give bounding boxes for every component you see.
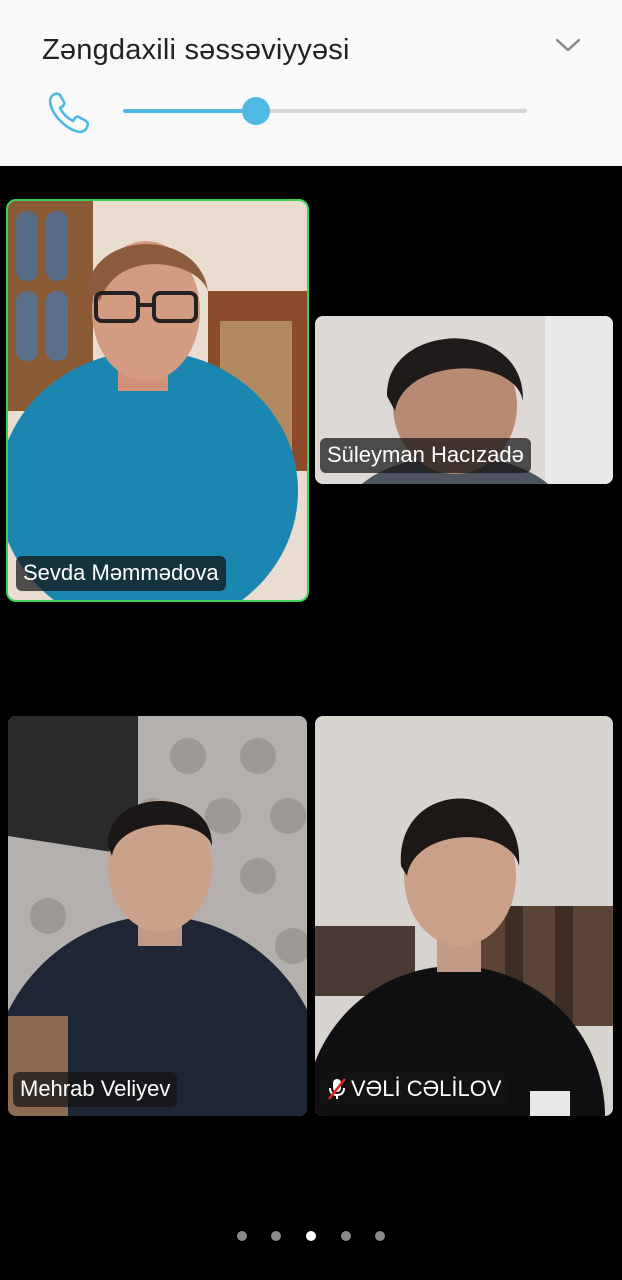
participant-name-tag: Sevda Məmmədova <box>16 556 226 591</box>
participant-name: VƏLİ CƏLİLOV <box>351 1076 502 1101</box>
participant-name-tag: Mehrab Veliyev <box>13 1072 178 1107</box>
volume-slider[interactable] <box>123 97 527 125</box>
participant-name-tag: Süleyman Hacızadə <box>320 438 531 473</box>
participant-tile-mehrab[interactable]: Mehrab Veliyev <box>8 716 307 1116</box>
page-dot[interactable] <box>306 1231 316 1241</box>
participant-tile-sevda[interactable]: Sevda Məmmədova <box>6 199 309 602</box>
participant-video <box>315 716 613 1116</box>
participant-tile-suleyman[interactable]: Süleyman Hacızadə <box>315 316 613 484</box>
volume-panel-title: Zəngdaxili səssəviyyəsi <box>42 34 350 66</box>
in-call-volume-panel: Zəngdaxili səssəviyyəsi <box>0 0 622 166</box>
page-dot[interactable] <box>271 1231 281 1241</box>
participant-name: Süleyman Hacızadə <box>327 442 524 467</box>
participant-name: Mehrab Veliyev <box>20 1076 171 1101</box>
participant-name-tag: VƏLİ CƏLİLOV <box>320 1072 509 1107</box>
participant-video <box>8 201 307 600</box>
volume-slider-thumb[interactable] <box>242 97 271 125</box>
participant-video <box>8 716 307 1116</box>
page-dot[interactable] <box>341 1231 351 1241</box>
participant-name: Sevda Məmmədova <box>23 560 219 585</box>
page-dot[interactable] <box>237 1231 247 1241</box>
microphone-muted-icon <box>328 1078 346 1100</box>
volume-slider-fill <box>123 109 257 113</box>
page-dot[interactable] <box>375 1231 385 1241</box>
participant-tile-veli[interactable]: VƏLİ CƏLİLOV <box>315 716 613 1116</box>
phone-icon <box>48 92 90 134</box>
chevron-down-icon[interactable] <box>553 34 583 58</box>
